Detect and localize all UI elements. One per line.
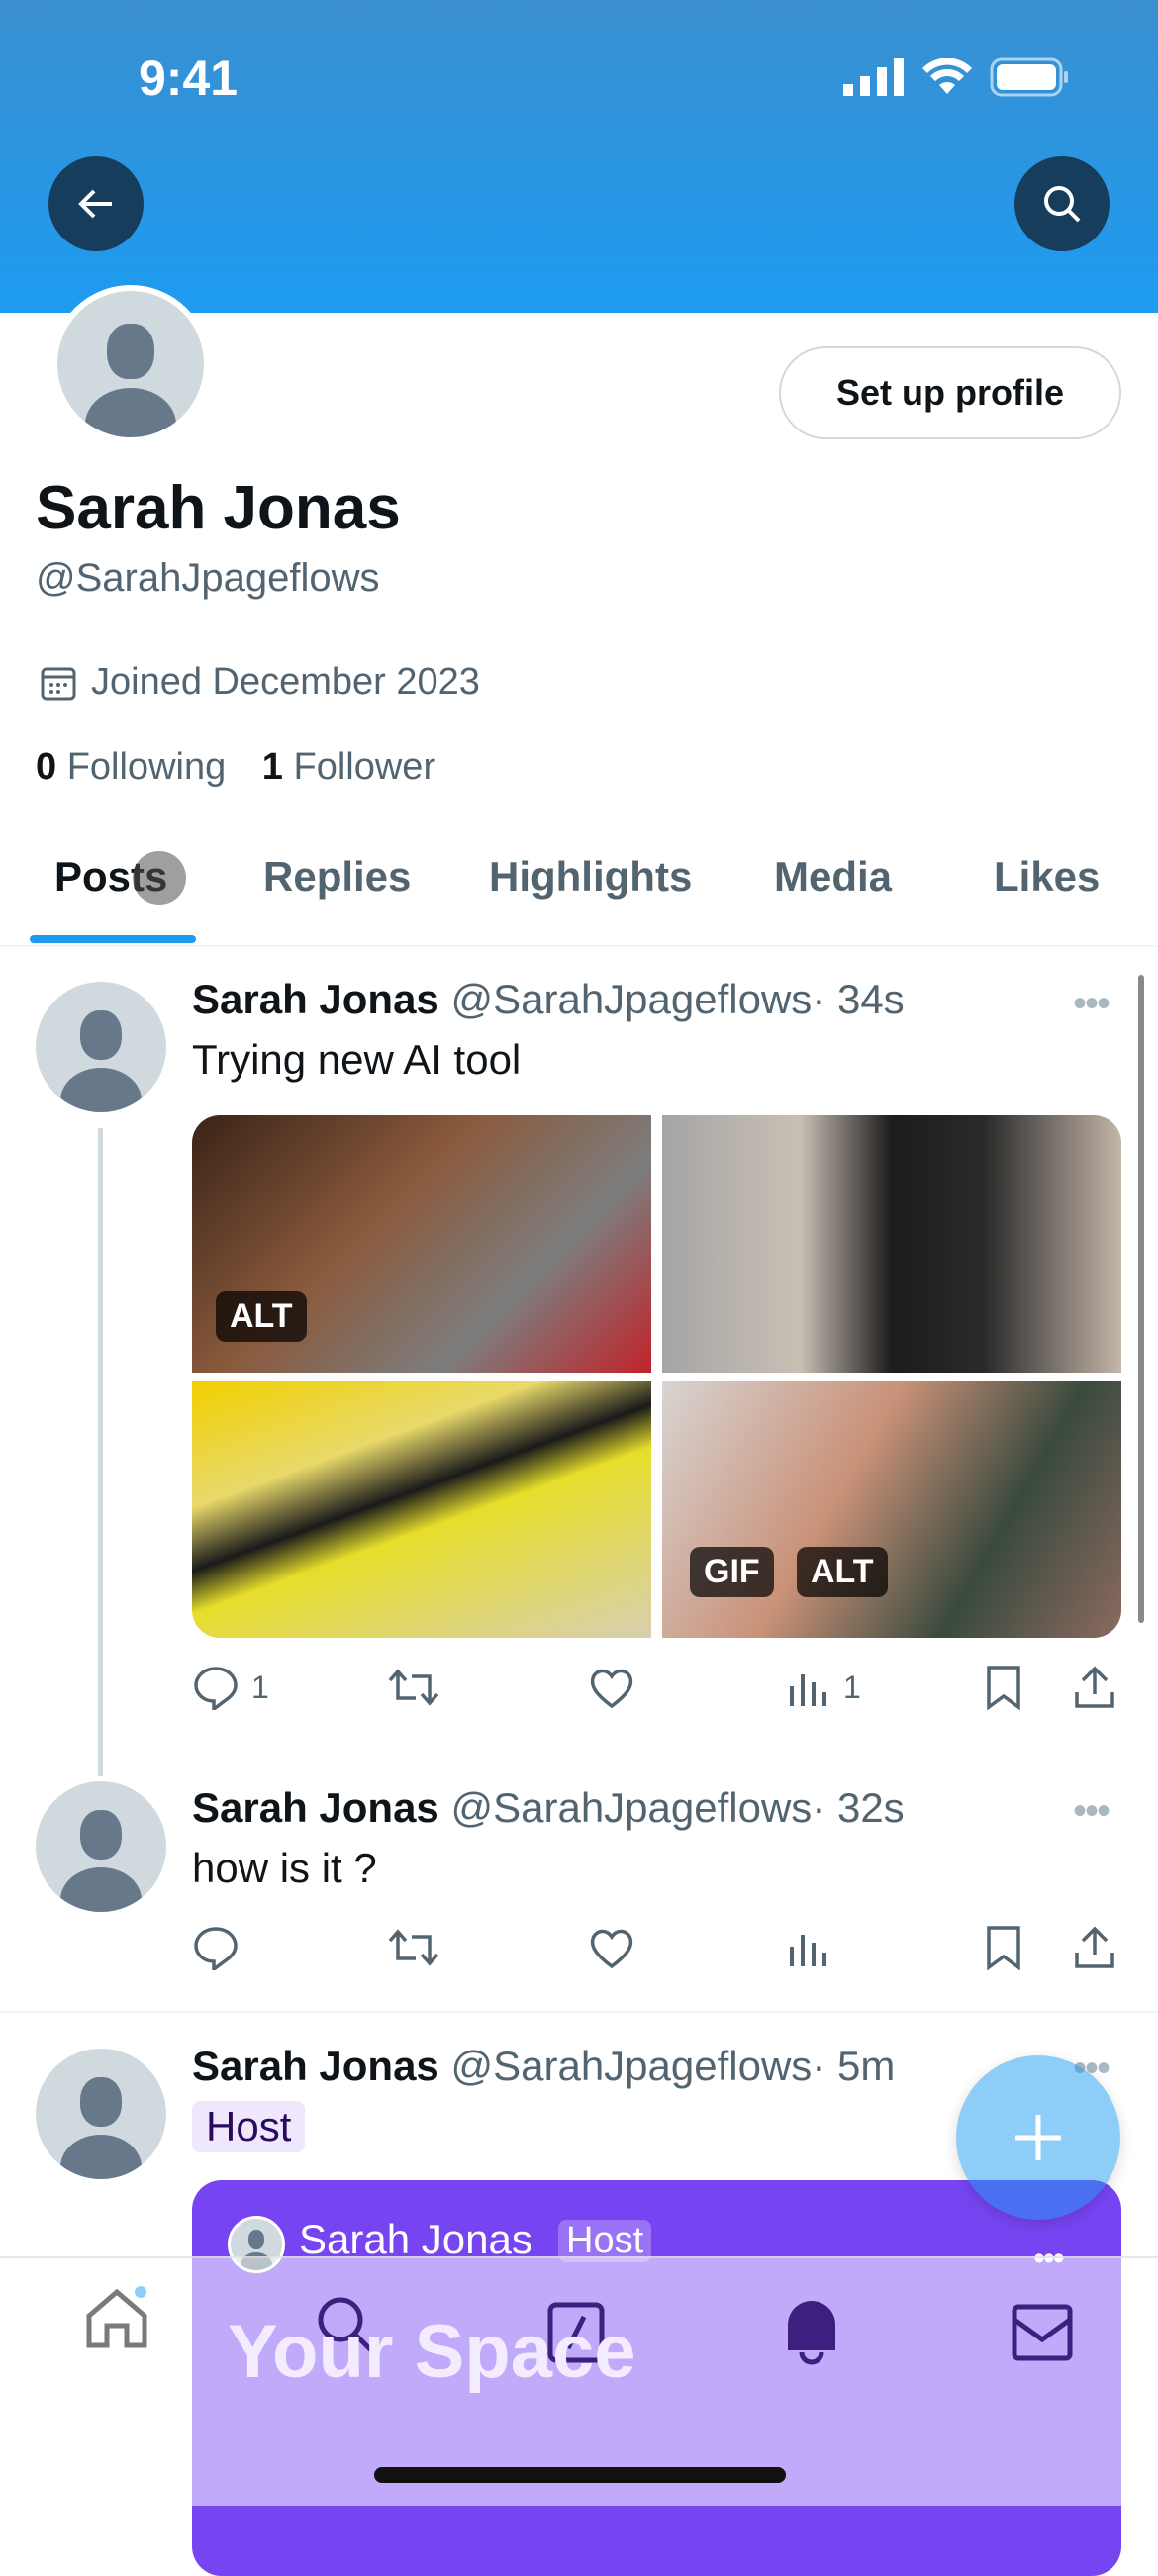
mail-icon [1012, 2304, 1073, 2361]
views-button[interactable]: 1 [788, 1665, 861, 1710]
bookmark-button[interactable] [984, 1665, 1023, 1710]
post-time: · 34s [812, 976, 905, 1022]
tabs-divider [0, 945, 1158, 947]
bookmark-button[interactable] [984, 1925, 1023, 1970]
tab-media[interactable]: Media [774, 853, 892, 901]
reply-icon [194, 1667, 238, 1710]
post-divider [0, 2011, 1158, 2013]
tab-replies[interactable]: Replies [263, 853, 411, 901]
views-icon [790, 1674, 826, 1706]
search-icon [1044, 186, 1081, 223]
media-grid: ALT GIF ALT [192, 1115, 1121, 1638]
tab-highlights[interactable]: Highlights [489, 853, 692, 901]
post-handle: @SarahJpageflows [450, 976, 813, 1022]
post-avatar[interactable] [36, 1781, 166, 1912]
post-header: Sarah Jonas @SarahJpageflows· 32s [192, 1784, 905, 1832]
reply-count: 1 [251, 1669, 269, 1705]
joined-date: Joined December 2023 [40, 661, 480, 704]
alt-badge[interactable]: ALT [216, 1291, 307, 1342]
post-more-button[interactable]: ••• [1073, 982, 1110, 1026]
following-link[interactable]: 0 Following [36, 746, 226, 788]
battery-icon [990, 57, 1068, 97]
host-badge: Host [192, 2101, 306, 2152]
post-time: · 32s [812, 1784, 905, 1831]
tab-likes[interactable]: Likes [994, 853, 1100, 901]
follow-stats: 0 Following 1 Follower [36, 746, 435, 789]
bell-icon [788, 2301, 835, 2365]
home-icon [86, 2286, 147, 2348]
joined-text: Joined December 2023 [91, 661, 480, 703]
media-image-1[interactable]: ALT [192, 1115, 651, 1373]
share-icon [1075, 1666, 1114, 1708]
profile-avatar[interactable] [51, 285, 210, 443]
thread-line [98, 1128, 103, 1776]
post-time: · 5m [812, 2043, 896, 2089]
post-header: Sarah Jonas @SarahJpageflows· 34s [192, 976, 905, 1023]
share-button[interactable] [1073, 1665, 1116, 1710]
following-label: Following [66, 746, 227, 788]
reply-button[interactable] [192, 1925, 240, 1970]
share-button[interactable] [1073, 1925, 1116, 1970]
views-count: 1 [843, 1669, 861, 1705]
home-indicator [374, 2467, 786, 2483]
repost-icon [388, 1669, 439, 1706]
post-avatar[interactable] [36, 2049, 166, 2179]
calendar-icon [41, 667, 76, 700]
search-button[interactable] [1014, 156, 1110, 251]
wifi-icon [922, 58, 972, 94]
profile-handle: @SarahJpageflows [36, 556, 380, 600]
signal-icon [843, 58, 904, 96]
like-button[interactable] [588, 1665, 635, 1710]
like-button[interactable] [588, 1925, 635, 1970]
status-icons [843, 57, 1069, 97]
post-author[interactable]: Sarah Jonas [192, 1784, 439, 1831]
touch-indicator [133, 851, 186, 905]
heart-icon [590, 1929, 633, 1969]
post-handle: @SarahJpageflows [450, 2043, 813, 2089]
arrow-left-icon [78, 189, 112, 219]
status-time: 9:41 [139, 50, 239, 106]
reply-icon [194, 1927, 238, 1970]
repost-button[interactable] [388, 1665, 439, 1710]
followers-label: Follower [293, 746, 436, 788]
space-title: Your Space [228, 2310, 636, 2394]
profile-name: Sarah Jonas [36, 474, 401, 542]
following-count: 0 [36, 746, 57, 788]
profile-banner [0, 0, 1158, 313]
repost-icon [388, 1929, 439, 1966]
repost-button[interactable] [388, 1925, 439, 1970]
nav-messages[interactable] [1012, 2304, 1073, 2368]
plus-icon [1015, 2115, 1061, 2160]
post-more-button[interactable]: ••• [1073, 1789, 1110, 1834]
media-gif[interactable]: GIF ALT [662, 1381, 1121, 1638]
media-image-3[interactable] [192, 1381, 651, 1638]
views-button[interactable] [788, 1925, 831, 1970]
alt-badge[interactable]: ALT [797, 1547, 888, 1597]
media-image-2[interactable] [662, 1115, 1121, 1373]
back-button[interactable] [48, 156, 144, 251]
followers-link[interactable]: 1 Follower [262, 746, 435, 788]
share-icon [1075, 1926, 1114, 1968]
followers-count: 1 [261, 746, 283, 788]
views-icon [790, 1935, 826, 1966]
scrollbar[interactable] [1138, 975, 1144, 1623]
post-text: how is it ? [192, 1845, 377, 1891]
reply-button[interactable]: 1 [192, 1665, 269, 1710]
post-header: Sarah Jonas @SarahJpageflows· 5m [192, 2043, 895, 2090]
compose-fab[interactable] [956, 2055, 1120, 2220]
post-author[interactable]: Sarah Jonas [192, 2043, 439, 2089]
post-author[interactable]: Sarah Jonas [192, 976, 439, 1022]
gif-badge: GIF [690, 1547, 774, 1597]
post-handle: @SarahJpageflows [450, 1784, 813, 1831]
post-text: Trying new AI tool [192, 1036, 522, 1083]
bookmark-icon [987, 1666, 1020, 1710]
bookmark-icon [987, 1926, 1020, 1970]
post-avatar[interactable] [36, 982, 166, 1112]
nav-home[interactable] [85, 2286, 150, 2356]
active-tab-indicator [30, 935, 196, 943]
heart-icon [590, 1669, 633, 1709]
set-up-profile-button[interactable]: Set up profile [779, 346, 1121, 439]
nav-notifications[interactable] [782, 2301, 841, 2371]
